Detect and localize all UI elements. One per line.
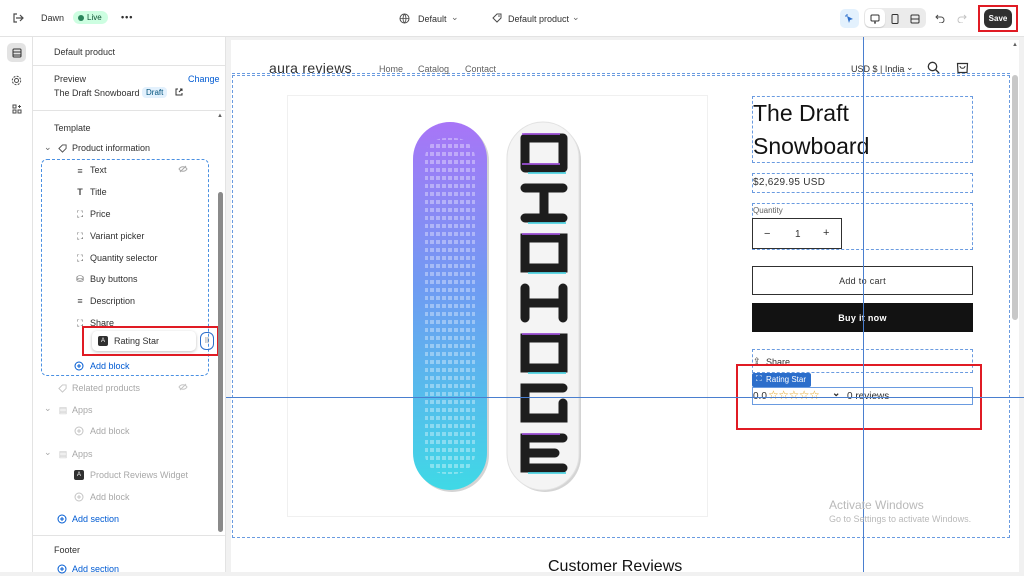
chevron-down-icon[interactable]: ⌄: [44, 403, 52, 414]
scroll-up-arrow-icon[interactable]: ▲: [217, 113, 223, 119]
activate-windows-title: Activate Windows: [829, 498, 924, 512]
more-actions-button[interactable]: •••: [121, 12, 133, 22]
inspector-cursor-icon[interactable]: [840, 9, 859, 28]
scroll-up-arrow-icon[interactable]: ▲: [1012, 42, 1018, 48]
preview-product-name: The Draft Snowboard: [54, 88, 140, 98]
tag-icon: [57, 143, 67, 153]
text-lines-icon: ≡: [77, 166, 83, 176]
store-brand[interactable]: aura reviews: [269, 60, 352, 76]
draft-badge: Draft: [142, 87, 168, 98]
template-select[interactable]: Default: [418, 14, 447, 24]
add-block-button[interactable]: Add block: [90, 361, 130, 371]
horizontal-alignment-guide: [226, 397, 1024, 398]
status-badge: Live: [73, 11, 108, 24]
app-logo-icon: A: [74, 470, 84, 480]
apps-icon[interactable]: [7, 99, 26, 118]
chevron-down-icon[interactable]: ⌄: [572, 12, 580, 23]
redo-icon[interactable]: [955, 10, 969, 26]
section-product-information[interactable]: Product information: [72, 143, 150, 153]
snowboard-image-gradient: [413, 122, 489, 492]
currency-selector[interactable]: USD $ | India: [851, 64, 904, 74]
block-title[interactable]: Title: [90, 187, 107, 197]
cart-bag-icon[interactable]: [955, 59, 969, 74]
add-section-button[interactable]: Add section: [72, 514, 119, 524]
section-related-products[interactable]: Related products: [72, 383, 140, 393]
gear-icon[interactable]: [7, 71, 26, 90]
external-link-icon[interactable]: [174, 87, 184, 97]
add-circle-icon: [73, 491, 84, 502]
footer-label: Footer: [54, 545, 81, 555]
quantity-input[interactable]: 1: [795, 229, 801, 240]
eye-hidden-icon[interactable]: [177, 382, 189, 392]
add-circle-icon: [56, 563, 67, 574]
globe-icon: [398, 12, 410, 24]
section-apps-2[interactable]: Apps: [72, 449, 93, 459]
quantity-label: Quantity: [753, 206, 783, 215]
chevron-down-icon[interactable]: ⌄: [44, 447, 52, 458]
vertical-alignment-guide: [863, 37, 864, 572]
save-highlight-box: [978, 5, 1018, 32]
eye-hidden-icon[interactable]: [177, 164, 189, 174]
product-title-line2[interactable]: Snowboard: [753, 133, 869, 160]
rating-block-highlight-box: [82, 326, 219, 356]
footer-add-section-button[interactable]: Add section: [72, 564, 119, 574]
preview-label: Preview: [54, 74, 87, 84]
product-reviews-widget[interactable]: Product Reviews Widget: [90, 470, 188, 480]
add-circle-icon: [73, 360, 84, 371]
quantity-decrease-button[interactable]: −: [764, 228, 770, 240]
frame-icon: ⛶: [76, 230, 84, 241]
undo-icon[interactable]: [933, 10, 947, 26]
add-circle-icon: [56, 513, 67, 524]
chevron-down-icon[interactable]: ⌄: [451, 12, 459, 23]
change-preview-link[interactable]: Change: [188, 74, 220, 84]
nav-contact[interactable]: Contact: [465, 64, 496, 74]
tag-icon: [491, 12, 503, 24]
chevron-down-icon[interactable]: ⌄: [44, 142, 52, 153]
activate-windows-subtitle: Go to Settings to activate Windows.: [829, 514, 972, 524]
frame-icon: ⛶: [76, 252, 84, 263]
text-lines-icon: ≡: [77, 296, 83, 306]
sidebar-header: Default product: [54, 47, 116, 57]
quantity-increase-button[interactable]: +: [823, 227, 829, 239]
customer-reviews-heading: Customer Reviews: [548, 558, 683, 575]
apps-2-add-block[interactable]: Add block: [90, 492, 130, 502]
sections-icon[interactable]: [7, 43, 26, 62]
nav-catalog[interactable]: Catalog: [418, 64, 449, 74]
search-icon[interactable]: [926, 60, 940, 74]
tag-icon: [57, 383, 67, 393]
nav-home[interactable]: Home: [379, 64, 403, 74]
status-badge-label: Live: [87, 13, 102, 22]
sidebar-scrollbar[interactable]: [218, 192, 223, 532]
chevron-down-icon[interactable]: ⌄: [906, 62, 914, 73]
apps-1-add-block[interactable]: Add block: [90, 426, 130, 436]
theme-name: Dawn: [41, 13, 65, 23]
block-buy-buttons[interactable]: Buy buttons: [90, 274, 138, 284]
apps-section-icon: ▤: [58, 404, 68, 415]
block-quantity-selector[interactable]: Quantity selector: [90, 253, 158, 263]
exit-icon[interactable]: [10, 10, 26, 26]
editor-topbar: Dawn Live ••• Default ⌄ Default product …: [0, 0, 1024, 37]
preview-scrollbar[interactable]: [1012, 75, 1018, 320]
product-select[interactable]: Default product: [508, 14, 569, 24]
block-text[interactable]: Text: [90, 165, 107, 175]
block-variant-picker[interactable]: Variant picker: [90, 231, 144, 241]
add-circle-icon: [73, 425, 84, 436]
block-description[interactable]: Description: [90, 296, 135, 306]
product-title-line1[interactable]: The Draft: [753, 100, 849, 127]
mobile-icon[interactable]: [886, 10, 904, 27]
title-icon: T: [77, 187, 83, 197]
frame-icon: ⛶: [76, 208, 84, 219]
live-dot-icon: [78, 15, 84, 21]
desktop-icon[interactable]: [866, 10, 884, 27]
apps-section-icon: ▤: [58, 448, 68, 459]
left-rail: [0, 37, 33, 572]
product-price[interactable]: $2,629.95 USD: [753, 177, 825, 188]
template-label: Template: [54, 123, 91, 133]
full-width-icon[interactable]: [906, 10, 924, 27]
section-apps-1[interactable]: Apps: [72, 405, 93, 415]
buy-buttons-icon: ⛁: [76, 273, 84, 284]
block-price[interactable]: Price: [90, 209, 111, 219]
snowboard-image-letters: [506, 121, 581, 492]
